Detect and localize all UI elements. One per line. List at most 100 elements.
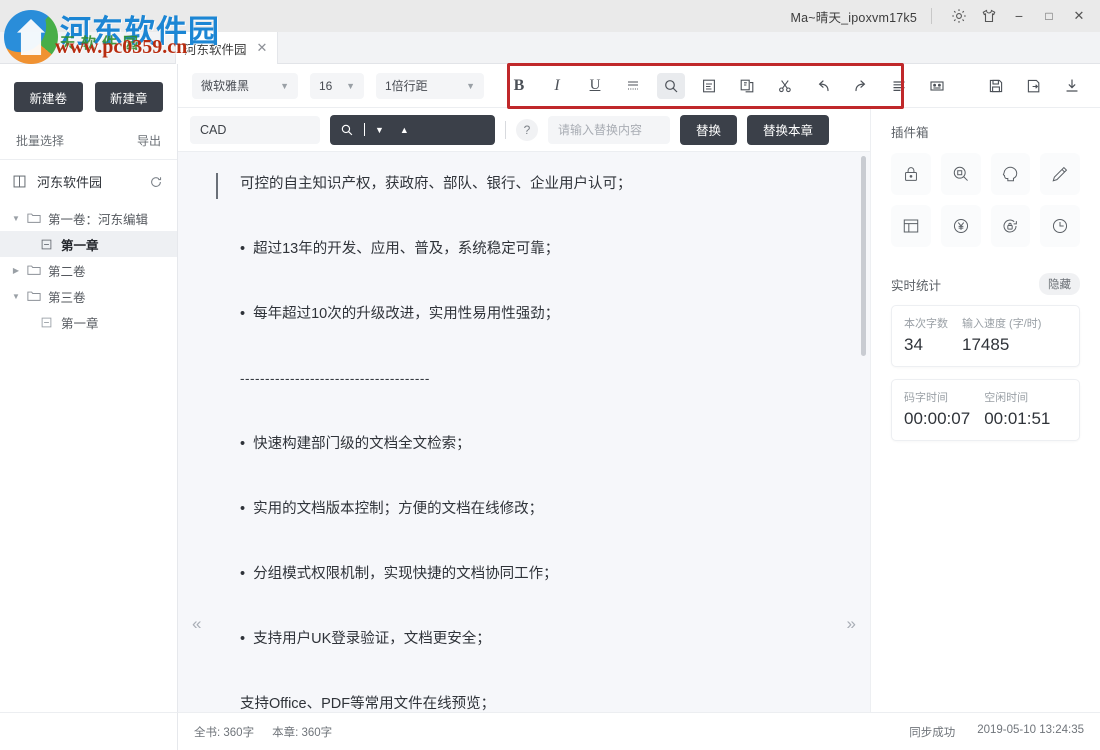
document-line[interactable]: • 超过13年的开发、应用、普及，系统稳定可靠； <box>178 237 856 261</box>
search-button[interactable] <box>657 73 685 99</box>
plugin-yen-button[interactable] <box>941 205 981 247</box>
stat-label: 空闲时间 <box>984 389 1050 405</box>
document-line[interactable]: • 分组模式权限机制，实现快捷的文档协同工作； <box>178 562 856 586</box>
tree-row-volume-3[interactable]: ▼ 第三卷 <box>0 283 177 309</box>
search-navigation-widget[interactable]: ▼ ▲ <box>330 115 495 145</box>
line-spacing-select[interactable]: 1倍行距 ▼ <box>376 73 484 99</box>
plugin-lock-refresh-button[interactable] <box>991 205 1031 247</box>
scissors-icon <box>777 78 793 94</box>
shirt-icon[interactable] <box>974 0 1004 32</box>
tree-row-chapter-1-vol3[interactable]: 第一章 <box>0 309 177 335</box>
plugin-clock-button[interactable] <box>1040 205 1080 247</box>
batch-select-link[interactable]: 批量选择 <box>16 132 64 149</box>
document-line[interactable]: 可控的自主知识产权，获政府、部队、银行、企业用户认可； <box>178 172 856 196</box>
font-size-select[interactable]: 16 ▼ <box>310 73 364 99</box>
caret-down-icon[interactable]: ▼ <box>8 292 24 301</box>
align-icon <box>891 78 907 94</box>
plugin-table-button[interactable] <box>891 205 931 247</box>
stat-label: 输入速度 (字/时) <box>962 315 1041 331</box>
document-line-text: 分组模式权限机制，实现快捷的文档协同工作； <box>253 566 558 582</box>
font-family-select[interactable]: 微软雅黑 ▼ <box>192 73 298 99</box>
bold-button[interactable]: B <box>505 73 533 99</box>
redo-button[interactable] <box>847 73 875 99</box>
paste-button[interactable] <box>695 73 723 99</box>
font-size-value: 16 <box>319 79 332 93</box>
find-next-icon[interactable]: ▲ <box>400 125 409 135</box>
plugin-word-lookup-button[interactable] <box>941 153 981 195</box>
caret-right-icon[interactable]: ▶ <box>8 266 24 275</box>
line-spacing-value: 1倍行距 <box>385 77 428 94</box>
align-button[interactable] <box>885 73 913 99</box>
replace-button[interactable]: 替换 <box>680 115 737 145</box>
stat-label: 码字时间 <box>904 389 970 405</box>
document-line[interactable]: -------------------------------------- <box>178 367 856 391</box>
sync-refresh-icon[interactable] <box>149 175 163 189</box>
document-sheet[interactable]: 可控的自主知识产权，获政府、部队、银行、企业用户认可； • 超过13年的开发、应… <box>178 152 856 712</box>
export-link[interactable]: 导出 <box>137 132 161 149</box>
plugin-grid <box>891 153 1080 247</box>
search-input[interactable] <box>190 116 320 144</box>
copy-button[interactable] <box>733 73 761 99</box>
cut-button[interactable] <box>771 73 799 99</box>
replace-input[interactable] <box>548 116 670 144</box>
document-line[interactable]: • 快速构建部门级的文档全文检索； <box>178 432 856 456</box>
folder-icon <box>24 264 44 276</box>
replace-chapter-button[interactable]: 替换本章 <box>747 115 829 145</box>
italic-button[interactable]: I <box>543 73 571 99</box>
tree-row-volume-1[interactable]: ▼ 第一卷：河东编辑 <box>0 205 177 231</box>
book-root-row[interactable]: 河东软件园 <box>0 160 177 203</box>
insert-box-button[interactable] <box>923 73 951 99</box>
floppy-save-as-icon <box>1026 78 1042 94</box>
help-button[interactable]: ? <box>516 119 538 141</box>
new-volume-button[interactable]: 新建卷 <box>14 82 83 112</box>
underline-button[interactable]: U <box>581 73 609 99</box>
tree-row-chapter-1-active[interactable]: 第一章 <box>0 231 177 257</box>
app-window: Ma~晴天_ipoxvm17k5 − □ ✕ 河东软件园 ✕ 河东软件园 天软件… <box>0 0 1100 750</box>
stats-header: 实时统计 隐藏 <box>891 273 1080 295</box>
findbar-divider <box>505 121 506 139</box>
document-tab[interactable]: 河东软件园 ✕ <box>175 32 278 64</box>
stat-typing-time: 码字时间 00:00:07 <box>904 389 970 429</box>
save-as-button[interactable] <box>1020 73 1048 99</box>
plugin-box-title: 插件箱 <box>891 122 1080 141</box>
save-button[interactable] <box>982 73 1010 99</box>
document-line[interactable]: • 实用的文档版本控制；方便的文档在线修改； <box>178 497 856 521</box>
right-panel: 插件箱 <box>870 108 1100 712</box>
plugin-pencil-button[interactable] <box>1040 153 1080 195</box>
chevron-down-icon: ▼ <box>466 81 475 91</box>
hide-stats-button[interactable]: 隐藏 <box>1039 273 1080 295</box>
plugin-lock-button[interactable] <box>891 153 931 195</box>
download-button[interactable] <box>1058 73 1086 99</box>
collapse-left-icon[interactable]: « <box>192 614 201 634</box>
floppy-save-icon <box>988 78 1004 94</box>
pencil-icon <box>1050 164 1070 184</box>
bold-icon: B <box>514 77 525 95</box>
word-lookup-icon <box>951 164 971 184</box>
search-icon <box>663 78 679 94</box>
caret-down-icon[interactable]: ▼ <box>8 214 24 223</box>
document-tab-label: 河东软件园 <box>184 39 247 58</box>
maximize-button[interactable]: □ <box>1034 0 1064 32</box>
tree-row-volume-2[interactable]: ▶ 第二卷 <box>0 257 177 283</box>
document-line[interactable]: • 每年超过10次的升级改进，实用性易用性强劲； <box>178 302 856 326</box>
find-prev-icon[interactable]: ▼ <box>375 125 384 135</box>
document-editor[interactable]: 可控的自主知识产权，获政府、部队、银行、企业用户认可； • 超过13年的开发、应… <box>178 152 870 712</box>
editor-scrollbar[interactable] <box>861 156 866 356</box>
close-button[interactable]: ✕ <box>1064 0 1094 32</box>
undo-icon <box>815 78 831 94</box>
document-line[interactable]: 支持Office、PDF等常用文件在线预览； <box>178 692 856 712</box>
plugin-head-button[interactable] <box>991 153 1031 195</box>
dotted-underline-button[interactable] <box>619 73 647 99</box>
collapse-right-icon[interactable]: » <box>847 614 856 634</box>
minimize-button[interactable]: − <box>1004 0 1034 32</box>
tree-label: 第一章 <box>56 313 99 332</box>
paste-icon <box>701 78 717 94</box>
find-replace-bar: ▼ ▲ ? 替换 替换本章 <box>178 108 870 152</box>
gear-icon[interactable] <box>944 0 974 32</box>
document-tab-close-icon[interactable]: ✕ <box>257 40 268 56</box>
chapter-tree: ▼ 第一卷：河东编辑 第一章 ▶ <box>0 203 177 335</box>
new-chapter-button[interactable]: 新建章 <box>95 82 164 112</box>
document-line-text: 每年超过10次的升级改进，实用性易用性强劲； <box>253 306 559 322</box>
undo-button[interactable] <box>809 73 837 99</box>
document-line[interactable]: • 支持用户UK登录验证，文档更安全； <box>178 627 856 651</box>
